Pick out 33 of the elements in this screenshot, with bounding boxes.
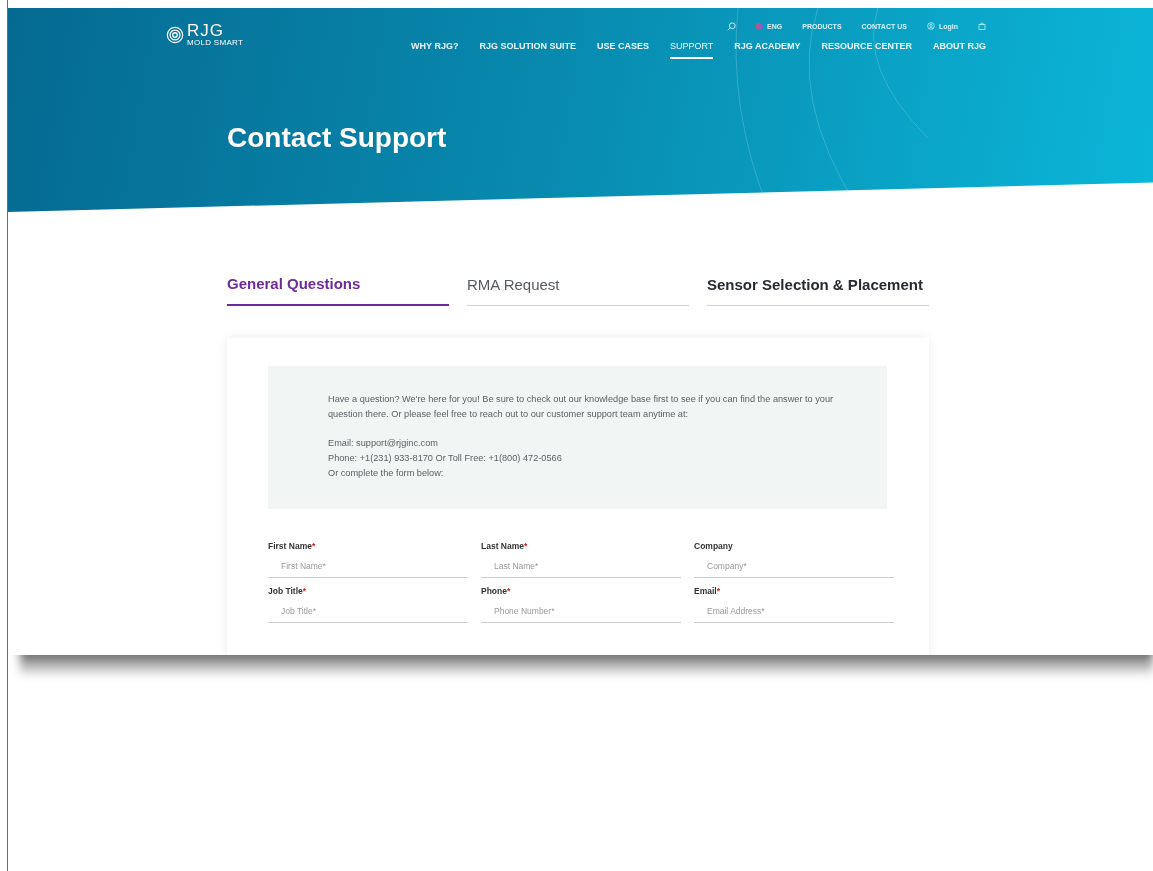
logo-tagline: MOLD SMART bbox=[187, 38, 244, 47]
field-label: Job Title* bbox=[268, 586, 308, 596]
input-field[interactable]: First Name* bbox=[268, 551, 468, 578]
tab[interactable]: Sensor Selection & Placement bbox=[707, 272, 929, 306]
input-field[interactable]: Email Address* bbox=[694, 596, 894, 623]
nav-link[interactable]: SUPPORT bbox=[669, 41, 714, 59]
nav-link[interactable]: RESOURCE CENTER bbox=[821, 41, 912, 59]
field-label: First Name* bbox=[268, 541, 317, 551]
company-logo[interactable]: RJG MOLD SMART bbox=[166, 20, 244, 47]
page-title: Contact Support bbox=[227, 122, 447, 154]
tab[interactable]: RMA Request bbox=[467, 272, 689, 306]
info-paragraph: Have a question? We're here for you! Be sure to check out our knowledge base first to see if you can find the answer to your question there. Or please feel free to reach out to our customer support team anytime at: bbox=[328, 393, 835, 421]
input-field[interactable]: Job Title* bbox=[268, 596, 468, 623]
field-label: Company bbox=[694, 541, 734, 551]
field-label: Email* bbox=[694, 586, 721, 596]
info-paragraph: Email: support@rjginc.com Phone: +1(231) 933-8170 Or Toll Free: +1(800) 472-0566 Or complete the form below: bbox=[328, 437, 563, 480]
input-field[interactable]: Company* bbox=[694, 551, 894, 578]
field-label: Last Name* bbox=[481, 541, 529, 551]
shopping-bag-icon[interactable] bbox=[978, 22, 986, 30]
logo-rings-icon bbox=[166, 26, 184, 44]
input-field[interactable]: Last Name* bbox=[481, 551, 681, 578]
search-button[interactable] bbox=[727, 21, 737, 31]
nav-link[interactable]: RJG SOLUTION SUITE bbox=[479, 41, 576, 59]
field-label: Phone* bbox=[481, 586, 512, 596]
logo-wordmark: RJG bbox=[187, 23, 225, 38]
user-icon bbox=[926, 22, 935, 30]
nav-link[interactable]: WHY RJG? bbox=[411, 41, 459, 59]
nav-link[interactable]: USE CASES bbox=[596, 41, 649, 59]
input-field[interactable]: Phone Number* bbox=[481, 596, 681, 623]
globe-flag-icon bbox=[756, 22, 764, 30]
nav-link[interactable]: RJG ACADEMY bbox=[734, 41, 801, 59]
nav-link[interactable]: ABOUT RJG bbox=[933, 41, 986, 59]
tab[interactable]: General Questions bbox=[227, 272, 449, 306]
